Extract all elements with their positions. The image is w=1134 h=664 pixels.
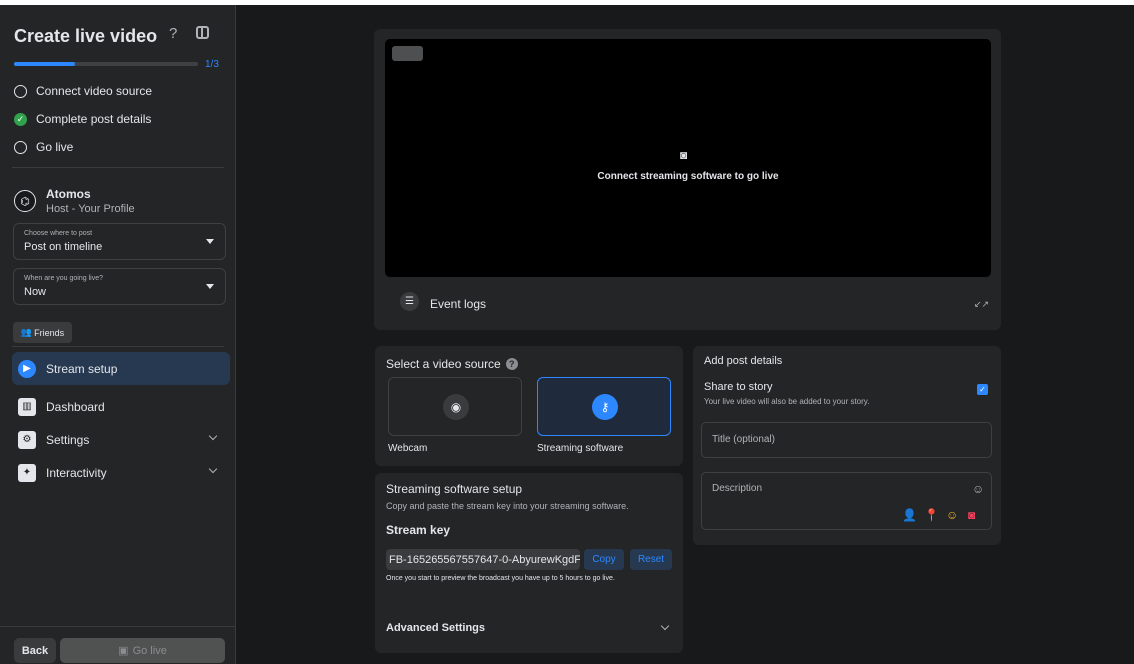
streaming-software-option[interactable]: ⚷ <box>537 377 671 436</box>
key-icon: ⚷ <box>592 394 618 420</box>
video-preview: ◙ Connect streaming software to go live <box>385 39 991 277</box>
video-source-title: Select a video source ? <box>386 357 518 371</box>
title-field[interactable]: Title (optional) <box>701 422 992 458</box>
streaming-setup-card: Streaming software setup Copy and paste … <box>375 473 683 653</box>
nav-settings[interactable]: ⚙ Settings <box>12 423 230 456</box>
camera-icon: ◉ <box>443 394 469 420</box>
collapse-icon[interactable]: ↙↗ <box>974 299 989 310</box>
gear-icon: ⚙ <box>18 430 36 449</box>
progress-label: 1/3 <box>205 59 219 70</box>
section-title: Select a video source <box>386 357 501 371</box>
check-circle-icon: ✓ <box>14 112 27 126</box>
event-logs-link[interactable]: Event logs <box>430 297 486 311</box>
audience-button[interactable]: 👥 Friends <box>13 322 72 343</box>
sidebar-footer: Back ▣ Go live <box>0 626 236 664</box>
video-preview-card: ◙ Connect streaming software to go live … <box>374 29 1001 330</box>
post-location-select[interactable]: Choose where to post Post on timeline <box>13 223 226 260</box>
step-go-live: Go live <box>14 138 73 156</box>
chevron-down-icon <box>208 464 218 474</box>
panel-toggle-icon[interactable] <box>196 26 209 39</box>
go-live-time-select[interactable]: When are you going live? Now <box>13 268 226 305</box>
audience-label: Friends <box>34 327 65 338</box>
question-icon[interactable]: ? <box>169 25 177 42</box>
avatar: ⌬ <box>14 190 36 212</box>
select-label: When are you going live? <box>24 275 103 282</box>
chevron-down-icon[interactable] <box>660 621 670 631</box>
dashboard-icon: ▥ <box>18 397 36 416</box>
reset-button[interactable]: Reset <box>630 549 672 570</box>
step-connect-video-source: Connect video source <box>14 82 152 100</box>
stream-key-label: Stream key <box>386 523 451 537</box>
video-source-card: Select a video source ? ◉ Webcam ⚷ Strea… <box>375 346 683 466</box>
select-value: Post on timeline <box>24 241 103 253</box>
share-story-description: Your live video will also be added to yo… <box>704 397 870 406</box>
progress-fill <box>14 62 75 66</box>
chevron-down-icon <box>208 431 218 441</box>
emoji-icon[interactable]: ☺ <box>972 482 984 496</box>
gif-icon[interactable]: ◙ <box>968 508 975 522</box>
webcam-option[interactable]: ◉ <box>388 377 522 436</box>
empty-circle-icon <box>14 140 27 154</box>
caret-down-icon <box>206 284 214 289</box>
nav-stream-setup[interactable]: ▶ Stream setup <box>12 352 230 385</box>
step-label: Connect video source <box>36 84 153 98</box>
video-camera-icon: ◙ <box>680 148 688 162</box>
go-live-button[interactable]: ▣ Go live <box>60 638 225 663</box>
streaming-software-label: Streaming software <box>537 443 624 454</box>
nav-label: Dashboard <box>46 399 105 414</box>
divider <box>12 167 224 168</box>
nav-label: Interactivity <box>46 465 107 480</box>
description-placeholder: Description <box>712 483 763 494</box>
step-label: Go live <box>36 140 74 154</box>
stream-key-note: Once you start to preview the broadcast … <box>386 575 615 582</box>
advanced-settings-toggle[interactable]: Advanced Settings <box>386 622 485 634</box>
share-story-checkbox[interactable]: ✓ <box>977 384 988 395</box>
page-title: Create live video <box>14 26 158 46</box>
stream-key-field[interactable]: FB-165265567557647-0-AbyurewKgdF <box>386 549 580 570</box>
preview-status-chip <box>392 46 423 61</box>
nav-dashboard[interactable]: ▥ Dashboard <box>12 390 230 423</box>
copy-button[interactable]: Copy <box>584 549 624 570</box>
go-live-label: Go live <box>132 644 167 657</box>
nav-label: Stream setup <box>46 361 118 376</box>
progress-bar <box>14 62 198 66</box>
nav-label: Settings <box>46 432 90 447</box>
host-profile: ⌬ Atomos Host - Your Profile <box>14 187 135 215</box>
nav-interactivity[interactable]: ✦ Interactivity <box>12 456 230 489</box>
divider <box>12 346 224 347</box>
tag-people-icon[interactable]: 👤 <box>902 508 917 522</box>
friends-icon: 👥 <box>20 327 33 337</box>
location-pin-icon[interactable]: 📍 <box>924 508 939 522</box>
back-button[interactable]: Back <box>14 638 56 663</box>
camera-icon: ▶ <box>18 359 36 378</box>
empty-circle-icon <box>14 84 27 98</box>
share-story-label: Share to story <box>704 381 773 393</box>
step-complete-post-details: ✓ Complete post details <box>14 110 151 128</box>
sidebar: Create live video ? 1/3 Connect video so… <box>0 5 236 664</box>
profile-name: Atomos <box>46 187 91 201</box>
step-label: Complete post details <box>36 112 152 126</box>
info-icon[interactable]: ? <box>505 358 518 370</box>
camera-icon: ▣ <box>118 645 129 657</box>
post-details-card: Add post details Share to story Your liv… <box>693 346 1001 545</box>
streaming-setup-title: Streaming software setup <box>386 482 523 496</box>
webcam-label: Webcam <box>388 443 428 454</box>
title-placeholder: Title (optional) <box>712 434 775 445</box>
profile-role: Host - Your Profile <box>46 203 135 215</box>
select-value: Now <box>24 286 47 298</box>
clipboard-icon[interactable]: ☰ <box>400 292 419 311</box>
feeling-icon[interactable]: ☺ <box>946 508 958 522</box>
post-details-title: Add post details <box>704 355 783 367</box>
select-label: Choose where to post <box>24 230 93 237</box>
preview-message: Connect streaming software to go live <box>597 171 779 182</box>
streaming-setup-description: Copy and paste the stream key into your … <box>386 501 629 511</box>
sparkle-icon: ✦ <box>18 463 36 482</box>
description-field[interactable]: Description ☺ 👤 📍 ☺ ◙ <box>701 472 992 530</box>
caret-down-icon <box>206 239 214 244</box>
